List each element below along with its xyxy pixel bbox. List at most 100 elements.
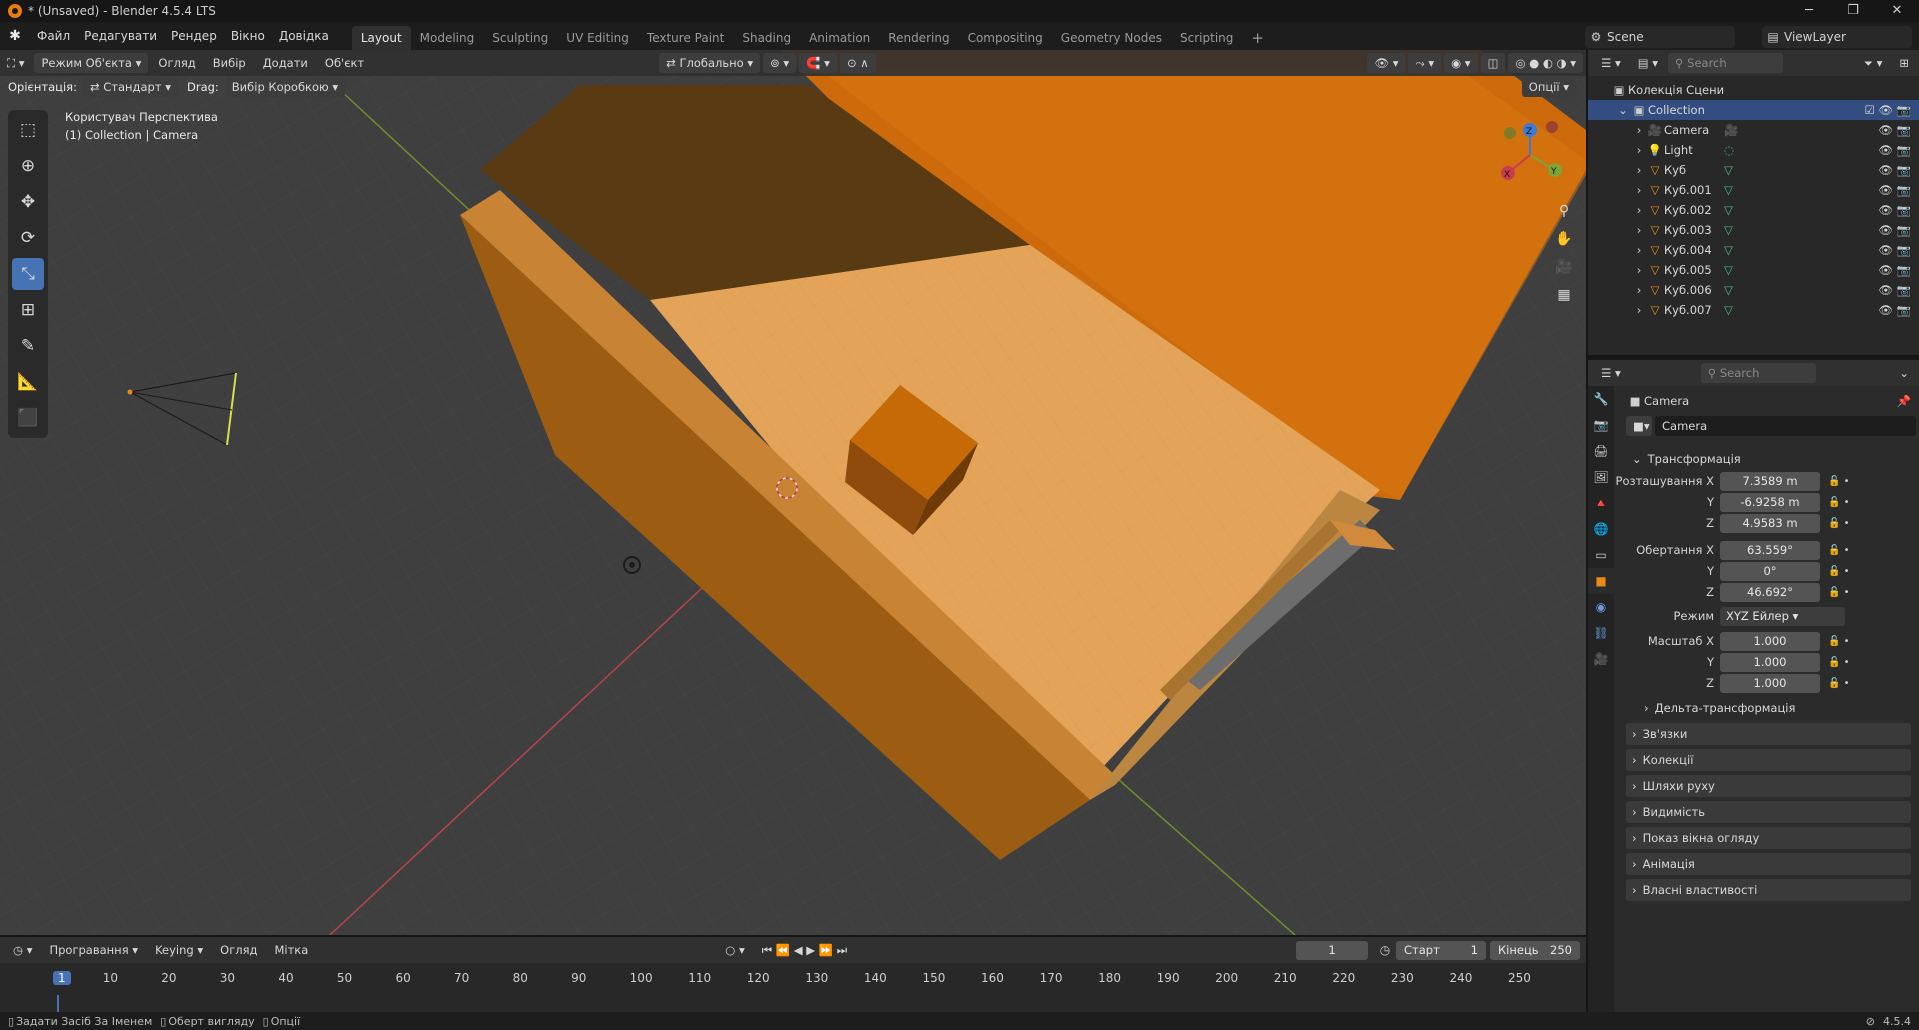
object-data-icon[interactable]: ▽	[1724, 163, 1733, 177]
pan-hand-icon[interactable]: ✋	[1552, 227, 1576, 251]
expand-chevron-icon[interactable]: ›	[1632, 243, 1646, 257]
proportional-edit-button[interactable]: ⊙ ∧	[839, 53, 876, 73]
location-field[interactable]: 7.3589 m	[1720, 471, 1820, 491]
select-box-icon[interactable]: ⬚	[12, 114, 44, 146]
visibility-toggles[interactable]: 👁 📷	[1878, 243, 1911, 257]
lock-icon[interactable]: 🔓 •	[1828, 476, 1850, 487]
outliner-scene-collection[interactable]: ▣ Колекція Сцени	[1588, 80, 1919, 100]
tool-tab-icon[interactable]: 🔧	[1588, 386, 1614, 412]
output-tab-icon[interactable]: 🖨	[1588, 438, 1614, 464]
drag-dropdown[interactable]: Вибір Коробкою ▾	[224, 77, 346, 97]
move-tool-icon[interactable]: ✥	[12, 186, 44, 218]
camera-view-icon[interactable]: 🎥	[1552, 255, 1576, 279]
visibility-toggles[interactable]: 👁 📷	[1878, 203, 1911, 217]
visibility-toggles[interactable]: 👁 📷	[1878, 223, 1911, 237]
outliner-search-input[interactable]: ⚲ Search	[1668, 53, 1784, 73]
visibility-toggles[interactable]: 👁 📷	[1878, 123, 1911, 137]
object-tab-icon[interactable]: ■	[1588, 568, 1614, 594]
properties-panel-header[interactable]: › Шляхи руху	[1626, 775, 1911, 797]
rotation-field[interactable]: 0°	[1720, 561, 1820, 581]
object-data-icon[interactable]: ▽	[1724, 303, 1733, 317]
lock-icon[interactable]: 🔓 •	[1828, 657, 1850, 668]
xray-button[interactable]: ◫	[1480, 53, 1506, 73]
properties-options-icon[interactable]: ⌄	[1892, 363, 1916, 383]
lock-icon[interactable]: 🔓 •	[1828, 587, 1850, 598]
filter-icon[interactable]: ⏷ ▾	[1857, 53, 1890, 73]
perspective-grid-icon[interactable]: ▦	[1552, 283, 1576, 307]
object-name-field[interactable]: Camera	[1655, 416, 1916, 436]
scale-tool-icon[interactable]: ⤡	[12, 258, 44, 290]
add-workspace-button[interactable]: +	[1242, 26, 1273, 50]
outliner-item[interactable]: › ▽ Куб.006 ▽ 👁 📷	[1588, 280, 1919, 300]
menu-object[interactable]: Об'єкт	[318, 53, 371, 73]
properties-panel-header[interactable]: › Зв'язки	[1626, 723, 1911, 745]
frame-ruler[interactable]: 1 10 20 30 40 50 60 70 80 90 100 110 120 130 140 150 160…	[0, 937, 1586, 1012]
expand-chevron-icon[interactable]: ›	[1632, 123, 1646, 137]
transform-orientation-dropdown[interactable]: ⇄ Глобально ▾	[659, 53, 761, 73]
expand-chevron-icon[interactable]: ›	[1632, 203, 1646, 217]
properties-search-input[interactable]: ⚲ Search	[1700, 363, 1816, 383]
location-field[interactable]: -6.9258 m	[1720, 492, 1820, 512]
maximize-icon[interactable]: ❐	[1831, 0, 1875, 22]
expand-chevron-icon[interactable]: ›	[1632, 223, 1646, 237]
collapse-chevron-icon[interactable]: ⌄	[1616, 103, 1630, 117]
collection-tab-icon[interactable]: ▭	[1588, 542, 1614, 568]
menu-select[interactable]: Вибір	[206, 53, 253, 73]
outliner-item[interactable]: › ▽ Куб.002 ▽ 👁 📷	[1588, 200, 1919, 220]
navigation-gizmo[interactable]: Z Y X	[1490, 115, 1570, 195]
visibility-toggles[interactable]: 👁 📷	[1878, 283, 1911, 297]
pin-icon[interactable]: 📌	[1897, 394, 1911, 408]
lock-icon[interactable]: 🔓 •	[1828, 497, 1850, 508]
world-tab-icon[interactable]: 🌐	[1588, 516, 1614, 542]
visibility-toggles[interactable]: 👁 📷	[1878, 143, 1911, 157]
tab-modeling[interactable]: Modeling	[411, 26, 484, 50]
tab-compositing[interactable]: Compositing	[959, 26, 1052, 50]
editor-type-icon[interactable]: ⛶ ▾	[0, 53, 31, 73]
lock-icon[interactable]: 🔓 •	[1828, 678, 1850, 689]
tab-shading[interactable]: Shading	[733, 26, 800, 50]
expand-chevron-icon[interactable]: ›	[1632, 263, 1646, 277]
menu-file[interactable]: Файл	[30, 22, 77, 50]
tab-uv-editing[interactable]: UV Editing	[557, 26, 638, 50]
rotation-field[interactable]: 63.559°	[1720, 540, 1820, 560]
lock-icon[interactable]: 🔓 •	[1828, 518, 1850, 529]
outliner-item[interactable]: › ▽ Куб.004 ▽ 👁 📷	[1588, 240, 1919, 260]
lock-icon[interactable]: 🔓 •	[1828, 545, 1850, 556]
overlays-button[interactable]: ◉ ▾	[1444, 53, 1478, 73]
rotation-field[interactable]: 46.692°	[1720, 582, 1820, 602]
object-data-icon[interactable]: ▽	[1724, 223, 1733, 237]
scene-tab-icon[interactable]: 🔺	[1588, 490, 1614, 516]
outliner-item[interactable]: › ▽ Куб ▽ 👁 📷	[1588, 160, 1919, 180]
outliner-editor-type-icon[interactable]: ☰ ▾	[1594, 53, 1628, 73]
expand-chevron-icon[interactable]: ›	[1632, 163, 1646, 177]
properties-panel-header[interactable]: › Показ вікна огляду	[1626, 827, 1911, 849]
delta-transform-header[interactable]: › Дельта-трансформація	[1638, 697, 1911, 719]
menu-window[interactable]: Вікно	[224, 22, 272, 50]
expand-chevron-icon[interactable]: ›	[1632, 303, 1646, 317]
transform-panel-header[interactable]: ⌄ Трансформація	[1626, 448, 1911, 470]
scale-field[interactable]: 1.000	[1720, 631, 1820, 651]
object-data-icon[interactable]: ▽	[1724, 263, 1733, 277]
tab-sculpting[interactable]: Sculpting	[483, 26, 557, 50]
render-tab-icon[interactable]: 📷	[1588, 412, 1614, 438]
lock-icon[interactable]: 🔓 •	[1828, 566, 1850, 577]
expand-chevron-icon[interactable]: ›	[1632, 143, 1646, 157]
object-data-icon[interactable]: ▽	[1724, 183, 1733, 197]
visibility-toggles[interactable]: 👁 📷	[1878, 263, 1911, 277]
object-data-icon[interactable]: ▽	[1724, 203, 1733, 217]
menu-edit[interactable]: Редагувати	[77, 22, 164, 50]
gizmo-toggle-button[interactable]: ⤳ ▾	[1408, 53, 1442, 73]
menu-help[interactable]: Довідка	[272, 22, 336, 50]
scene-selector[interactable]: ⚙ Scene	[1585, 26, 1735, 48]
playhead[interactable]	[57, 995, 59, 1012]
new-collection-icon[interactable]: ⊞	[1892, 53, 1916, 73]
visibility-button[interactable]: 👁 ▾	[1367, 53, 1406, 73]
outliner-item[interactable]: › 🎥 Camera 🎥 👁 📷	[1588, 120, 1919, 140]
constraints-tab-icon[interactable]: ⛓	[1588, 620, 1614, 646]
outliner-item[interactable]: › ▽ Куб.001 ▽ 👁 📷	[1588, 180, 1919, 200]
menu-view[interactable]: Огляд	[151, 53, 202, 73]
outliner-item[interactable]: › 💡 Light ◌ 👁 📷	[1588, 140, 1919, 160]
properties-panel-header[interactable]: › Колекції	[1626, 749, 1911, 771]
display-mode-icon[interactable]: ▤ ▾	[1631, 53, 1665, 73]
scale-field[interactable]: 1.000	[1720, 673, 1820, 693]
